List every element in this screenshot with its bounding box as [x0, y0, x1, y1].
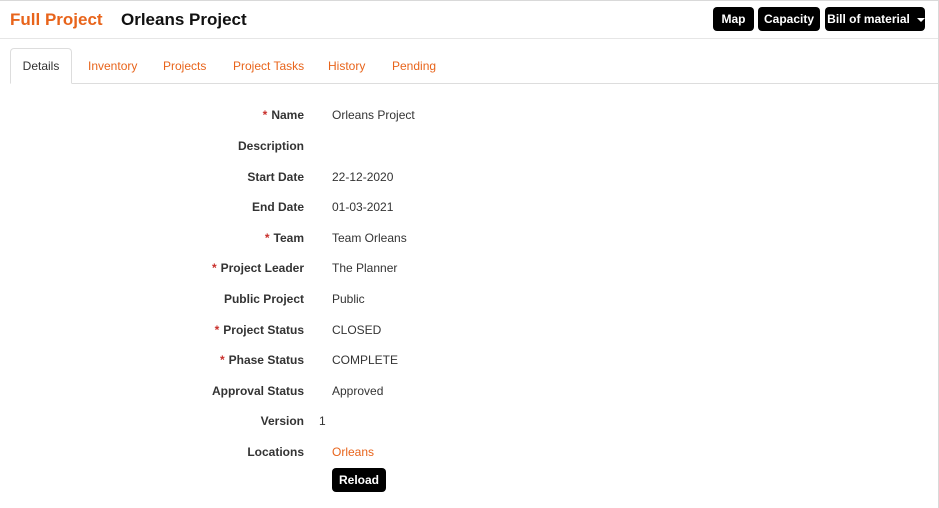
- tab-history[interactable]: History: [328, 48, 365, 83]
- start-date-value: 22-12-2020: [332, 170, 394, 184]
- tab-details[interactable]: Details: [10, 48, 72, 84]
- tab-inventory[interactable]: Inventory: [88, 48, 137, 83]
- team-label: * Team: [264, 231, 304, 245]
- approval-status-value: Approved: [332, 384, 384, 398]
- description-label: Description: [237, 139, 304, 153]
- required-marker: *: [219, 353, 225, 367]
- page-title: Orleans Project: [121, 10, 247, 29]
- end-date-label: End Date: [251, 200, 304, 214]
- capacity-button-label: Capacity: [763, 12, 815, 26]
- team-value: Team Orleans: [332, 231, 407, 245]
- public-project-label: Public Project: [223, 292, 304, 306]
- start-date-label: Start Date: [247, 170, 304, 184]
- tab-details-label: Details: [22, 59, 60, 73]
- locations-label: Locations: [247, 445, 304, 459]
- required-marker: *: [262, 108, 268, 122]
- tab-projects-label: Projects: [163, 58, 207, 73]
- end-date-value: 01-03-2021: [332, 200, 394, 214]
- page-header: Full Project Orleans Project Map Capacit…: [0, 1, 938, 39]
- brand-label: Full Project: [10, 10, 103, 29]
- project-status-value: CLOSED: [332, 323, 382, 337]
- map-button-label: Map: [721, 12, 746, 26]
- tab-inventory-label: Inventory: [88, 58, 138, 73]
- tab-bar: Details Inventory Projects Project Tasks…: [10, 48, 938, 84]
- project-leader-label: * Project Leader: [211, 261, 304, 275]
- reload-button-label: Reload: [338, 473, 379, 487]
- phase-status-value: COMPLETE: [332, 353, 399, 367]
- phase-status-label: * Phase Status: [219, 353, 304, 367]
- tab-pending[interactable]: Pending: [392, 48, 436, 83]
- project-leader-value: The Planner: [332, 261, 398, 275]
- approval-status-label: Approval Status: [211, 384, 304, 398]
- required-marker: *: [264, 231, 270, 245]
- reload-button[interactable]: Reload: [332, 468, 386, 492]
- capacity-button[interactable]: Capacity: [758, 7, 820, 31]
- tab-project-tasks[interactable]: Project Tasks: [233, 48, 304, 83]
- location-link-orleans[interactable]: Orleans: [332, 445, 374, 459]
- name-label: * Name: [262, 108, 304, 122]
- name-value: Orleans Project: [332, 108, 415, 122]
- required-marker: *: [214, 323, 220, 337]
- caret-down-icon: [916, 17, 925, 22]
- required-marker: *: [211, 261, 217, 275]
- project-status-label: * Project Status: [214, 323, 304, 337]
- tab-history-label: History: [328, 58, 366, 73]
- bill-of-material-dropdown[interactable]: Bill of material: [825, 7, 925, 31]
- version-label: Version: [260, 414, 304, 428]
- version-value: 1: [319, 414, 326, 428]
- tab-pending-label: Pending: [392, 58, 437, 73]
- map-button[interactable]: Map: [713, 7, 754, 31]
- public-project-value: Public: [332, 292, 365, 306]
- bill-of-material-label: Bill of material: [827, 12, 910, 26]
- tab-project-tasks-label: Project Tasks: [233, 58, 305, 73]
- tab-projects[interactable]: Projects: [163, 48, 206, 83]
